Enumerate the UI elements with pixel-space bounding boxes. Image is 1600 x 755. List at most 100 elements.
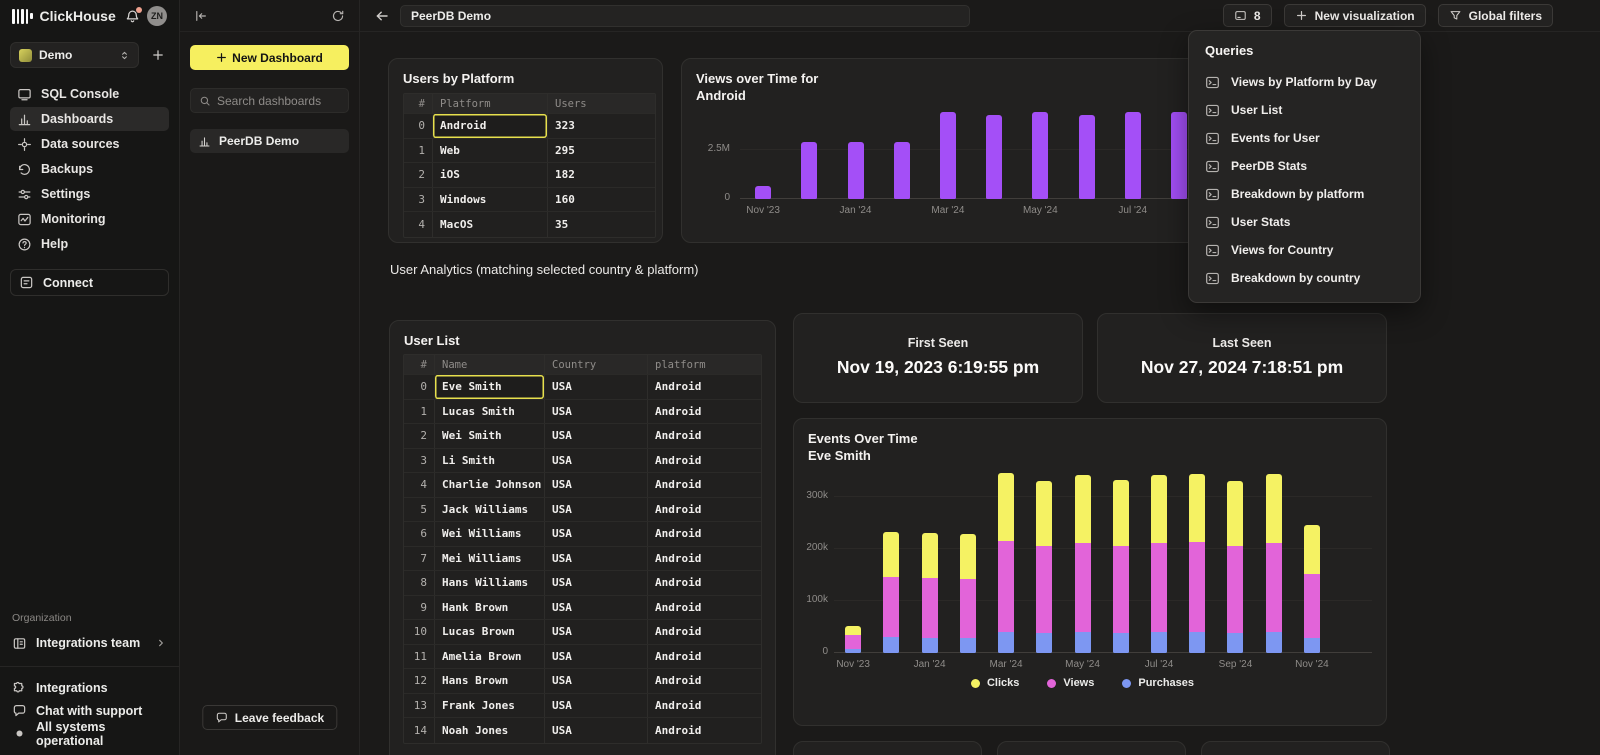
sidebar-item-backups[interactable]: Backups xyxy=(10,157,169,181)
table-cell[interactable]: 9 xyxy=(404,596,434,620)
bar-aug-24[interactable] xyxy=(1189,474,1205,653)
table-cell[interactable]: Frank Jones xyxy=(434,694,544,718)
sidebar-item-all-systems-operational[interactable]: All systems operational xyxy=(10,722,169,745)
sidebar-item-integrations-team[interactable]: Integrations team xyxy=(10,631,169,655)
bar-jan-24[interactable] xyxy=(848,142,864,199)
table-cell[interactable]: USA xyxy=(544,669,647,693)
table-cell[interactable]: 1 xyxy=(404,400,434,424)
table-cell[interactable]: USA xyxy=(544,645,647,669)
table-cell[interactable]: Jack Williams xyxy=(434,498,544,522)
table-cell[interactable]: USA xyxy=(544,498,647,522)
bar-sep-24[interactable] xyxy=(1227,481,1243,653)
table-cell[interactable]: 4 xyxy=(404,473,434,497)
query-item-user-list[interactable]: User List xyxy=(1189,96,1420,124)
sidebar-item-monitoring[interactable]: Monitoring xyxy=(10,207,169,231)
bar-nov-23[interactable] xyxy=(755,186,771,199)
query-item-views-for-country[interactable]: Views for Country xyxy=(1189,236,1420,264)
table-cell[interactable]: iOS xyxy=(432,163,547,187)
bar-aug-24[interactable] xyxy=(1171,112,1187,199)
table-cell[interactable]: Android xyxy=(647,375,761,399)
sidebar-item-connect[interactable]: Connect xyxy=(10,269,169,296)
table-cell[interactable]: Lucas Brown xyxy=(434,620,544,644)
bar-jul-24[interactable] xyxy=(1151,475,1167,653)
table-cell[interactable]: Amelia Brown xyxy=(434,645,544,669)
table-cell[interactable]: 13 xyxy=(404,694,434,718)
table-cell[interactable]: USA xyxy=(544,449,647,473)
table-cell[interactable]: USA xyxy=(544,424,647,448)
table-cell[interactable]: Android xyxy=(647,694,761,718)
table-cell[interactable]: 10 xyxy=(404,620,434,644)
back-button[interactable] xyxy=(374,8,390,24)
table-cell[interactable]: Wei Smith xyxy=(434,424,544,448)
table-cell[interactable]: Noah Jones xyxy=(434,718,544,743)
leave-feedback-button[interactable]: Leave feedback xyxy=(202,705,337,730)
bar-oct-24[interactable] xyxy=(1266,474,1282,653)
table-cell[interactable]: Hans Williams xyxy=(434,571,544,595)
table-cell[interactable]: Android xyxy=(647,473,761,497)
add-service-button[interactable] xyxy=(147,44,169,66)
table-cell[interactable]: Android xyxy=(647,718,761,743)
table-cell[interactable]: USA xyxy=(544,620,647,644)
bar-jun-24[interactable] xyxy=(1079,115,1095,199)
sidebar-item-integrations[interactable]: Integrations xyxy=(10,676,169,699)
bar-may-24[interactable] xyxy=(1075,475,1091,653)
table-cell[interactable]: USA xyxy=(544,694,647,718)
table-cell[interactable]: 0 xyxy=(404,375,434,399)
table-cell[interactable]: Android xyxy=(647,400,761,424)
table-cell[interactable]: USA xyxy=(544,718,647,743)
bar-apr-24[interactable] xyxy=(986,115,1002,199)
table-cell[interactable]: USA xyxy=(544,571,647,595)
bar-dec-23[interactable] xyxy=(801,142,817,199)
table-cell[interactable]: 1 xyxy=(404,139,432,163)
workspace-selector[interactable]: Demo xyxy=(10,42,139,68)
query-item-views-by-platform-by-day[interactable]: Views by Platform by Day xyxy=(1189,68,1420,96)
table-cell[interactable]: Windows xyxy=(432,188,547,212)
bar-mar-24[interactable] xyxy=(940,112,956,199)
table-cell[interactable]: 3 xyxy=(404,449,434,473)
table-cell[interactable]: Hank Brown xyxy=(434,596,544,620)
bar-dec-23[interactable] xyxy=(883,532,899,653)
table-cell[interactable]: Eve Smith xyxy=(434,375,544,399)
legend-item-clicks[interactable]: Clicks xyxy=(971,677,1019,689)
notifications-bell-icon[interactable] xyxy=(125,9,140,24)
bar-nov-24[interactable] xyxy=(1304,525,1320,653)
bar-jan-24[interactable] xyxy=(922,533,938,653)
table-cell[interactable]: Wei Williams xyxy=(434,522,544,546)
bar-apr-24[interactable] xyxy=(1036,481,1052,653)
query-item-breakdown-by-country[interactable]: Breakdown by country xyxy=(1189,264,1420,292)
table-cell[interactable]: USA xyxy=(544,400,647,424)
sidebar-item-sql-console[interactable]: SQL Console xyxy=(10,82,169,106)
table-cell[interactable]: 5 xyxy=(404,498,434,522)
table-cell[interactable]: Android xyxy=(647,669,761,693)
global-filters-button[interactable]: Global filters xyxy=(1438,4,1553,27)
table-cell[interactable]: Android xyxy=(432,114,547,138)
table-cell[interactable]: 8 xyxy=(404,571,434,595)
sidebar-item-data-sources[interactable]: Data sources xyxy=(10,132,169,156)
table-cell[interactable]: 2 xyxy=(404,424,434,448)
legend-item-purchases[interactable]: Purchases xyxy=(1122,677,1194,689)
user-avatar[interactable]: ZN xyxy=(147,6,167,26)
query-item-events-for-user[interactable]: Events for User xyxy=(1189,124,1420,152)
table-cell[interactable]: 7 xyxy=(404,547,434,571)
table-cell[interactable]: 2 xyxy=(404,163,432,187)
table-cell[interactable]: Mei Williams xyxy=(434,547,544,571)
query-item-user-stats[interactable]: User Stats xyxy=(1189,208,1420,236)
table-cell[interactable]: USA xyxy=(544,473,647,497)
search-dashboards-input[interactable] xyxy=(217,94,340,108)
table-cell[interactable]: Android xyxy=(647,424,761,448)
bar-feb-24[interactable] xyxy=(960,534,976,653)
sidebar-item-settings[interactable]: Settings xyxy=(10,182,169,206)
table-cell[interactable]: 160 xyxy=(547,188,655,212)
table-cell[interactable]: USA xyxy=(544,547,647,571)
new-visualization-button[interactable]: New visualization xyxy=(1284,4,1426,27)
table-cell[interactable]: 3 xyxy=(404,188,432,212)
table-cell[interactable]: Charlie Johnson xyxy=(434,473,544,497)
table-cell[interactable]: 14 xyxy=(404,718,434,743)
query-item-breakdown-by-platform[interactable]: Breakdown by platform xyxy=(1189,180,1420,208)
table-cell[interactable]: Android xyxy=(647,620,761,644)
table-cell[interactable]: Android xyxy=(647,498,761,522)
bar-jul-24[interactable] xyxy=(1125,112,1141,199)
dashboard-list-item-peerdb-demo[interactable]: PeerDB Demo xyxy=(190,129,349,153)
table-cell[interactable]: 35 xyxy=(547,212,655,237)
table-cell[interactable]: Android xyxy=(647,571,761,595)
